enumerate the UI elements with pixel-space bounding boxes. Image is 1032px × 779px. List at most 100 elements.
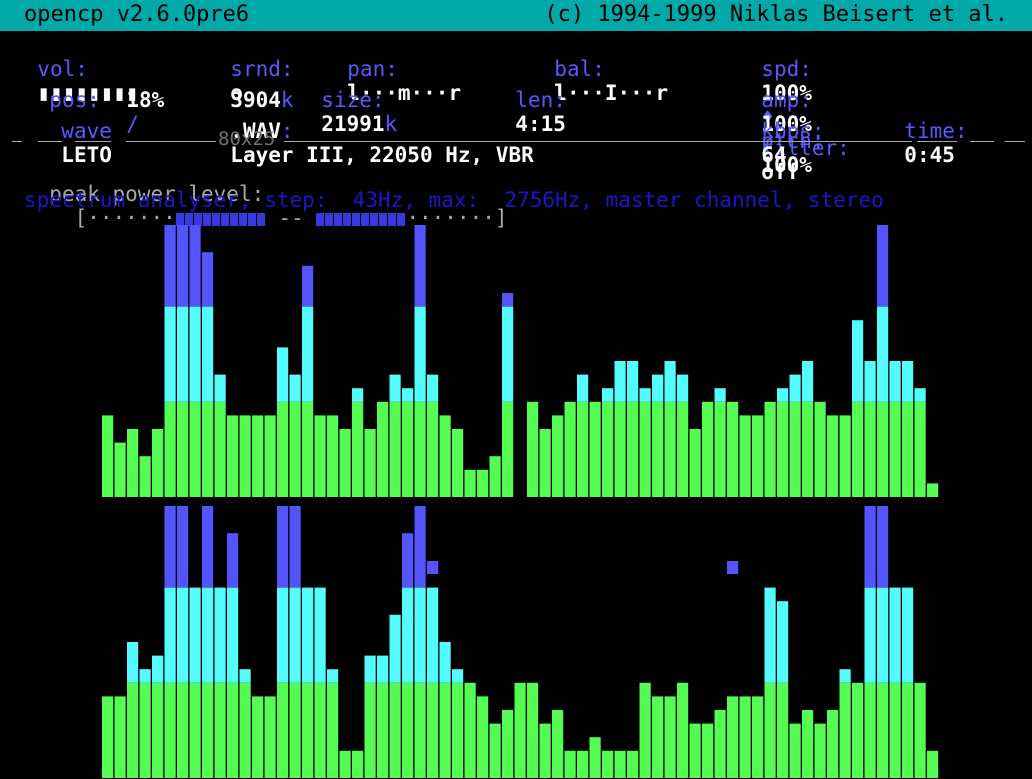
spectrum-bottom-bar-3-mid xyxy=(139,669,151,683)
spectrum-top-bar-38-mid xyxy=(577,374,589,402)
spectrum-top-bar-43-mid xyxy=(639,388,651,402)
spectrum-bottom-bar-61-low xyxy=(864,682,876,778)
spectrum-bottom-bar-26-mid xyxy=(427,587,439,683)
spectrum-top-bar-36-low xyxy=(552,415,564,497)
spectrum-bottom-bar-62-mid xyxy=(877,587,889,683)
spectrum-bottom-bar-6-high xyxy=(177,506,189,588)
spectrum-top-bar-25-high xyxy=(414,225,426,307)
spectrum-bottom-bar-11-mid xyxy=(239,669,251,683)
spectrum-top-bar-56-low xyxy=(802,401,814,497)
spectrum-top-bar-18-low xyxy=(327,415,339,497)
spectrum-bottom-bar-56-low xyxy=(802,710,814,778)
spectrum-top-bar-32-mid xyxy=(502,306,514,402)
spectrum-bottom-bar-15-mid xyxy=(289,587,301,683)
spectrum-top-bar-7-high xyxy=(189,225,201,307)
spectrum-bottom-bar-0-low xyxy=(102,696,114,778)
spectrum-bottom-bar-62-low xyxy=(877,682,889,778)
spectrum-bottom-bar-25-mid xyxy=(414,587,426,683)
spectrum-top-bar-24-low xyxy=(402,401,414,497)
spectrum-top-bar-63-low xyxy=(889,401,901,497)
spectrum-top-bar-47-low xyxy=(689,429,701,497)
spectrum-bottom-bar-37-low xyxy=(564,750,576,778)
spectrum-bottom-bar-58-low xyxy=(827,710,839,778)
spectrum-bottom-bar-8-high xyxy=(202,506,214,588)
spectrum-top-bar-46-low xyxy=(677,401,689,497)
spectrum-top-bar-65-mid xyxy=(914,388,926,402)
spectrum-bottom-bar-59-mid xyxy=(839,669,851,683)
spectrum-top-bar-7-mid xyxy=(189,306,201,402)
spectrum-bottom-bar-52-low xyxy=(752,696,764,778)
spectrum-bottom-bar-12-low xyxy=(252,696,264,778)
spectrum-bottom-bar-6-mid xyxy=(177,587,189,683)
spectrum-top-bar-25-low xyxy=(414,401,426,497)
spectrum-top-bar-38-low xyxy=(577,401,589,497)
spectrum-top-bar-32-high xyxy=(502,293,514,307)
spectrum-bottom-bar-24-high xyxy=(402,533,414,588)
spectrum-top-bar-46-mid xyxy=(677,374,689,402)
spectrum-bottom-bar-34-low xyxy=(527,682,539,778)
spectrum-top-bar-26-low xyxy=(427,401,439,497)
spectrum-top-bar-41-mid xyxy=(614,361,626,402)
spectrum-bottom-bar-51-low xyxy=(739,696,751,778)
spectrum-bottom-bar-29-low xyxy=(464,682,476,778)
spectrum-bottom-bar-42-low xyxy=(627,750,639,778)
spectrum-top-bar-16-mid xyxy=(302,306,314,402)
spectrum-bottom-bar-32-low xyxy=(502,710,514,778)
spectrum-bottom-bar-9-low xyxy=(214,682,226,778)
spectrum-top-bar-1-low xyxy=(114,442,126,497)
spectrum-top-bar-50-low xyxy=(727,401,739,497)
spectrum-top-bar-55-mid xyxy=(789,374,801,402)
spectrum-top-bar-57-low xyxy=(814,401,826,497)
spectrum-top-bar-32-low xyxy=(502,401,514,497)
spectrum-top-bar-62-high xyxy=(877,225,889,307)
spectrum-bottom-bar-44-low xyxy=(652,696,664,778)
spectrum-bottom-bar-64-mid xyxy=(902,587,914,683)
spectrum-top-bar-53-low xyxy=(764,401,776,497)
spectrum-top-bar-63-mid xyxy=(889,361,901,402)
spectrum-top-bar-14-mid xyxy=(277,347,289,402)
spectrum-top-bar-42-low xyxy=(627,401,639,497)
spectrum-bottom-bar-5-low xyxy=(164,682,176,778)
spectrum-bottom-bar-11-low xyxy=(239,682,251,778)
spectrum-bottom-bar-5-high xyxy=(164,506,176,588)
spectrum-bottom-bar-49-low xyxy=(714,710,726,778)
spectrum-bottom-bar-53-low xyxy=(764,682,776,778)
spectrum-bottom-bar-43-low xyxy=(639,682,651,778)
spectrum-top-bar-56-mid xyxy=(802,361,814,402)
spectrum-top-bar-8-mid xyxy=(202,306,214,402)
spectrum-bottom-bar-4-low xyxy=(152,682,164,778)
spectrum-top-bar-23-low xyxy=(389,401,401,497)
spectrum-top-bar-8-low xyxy=(202,401,214,497)
spectrum-bottom-bar-23-low xyxy=(389,682,401,778)
spectrum-top-bar-8-high xyxy=(202,252,214,307)
spectrum-bottom-bar-13-low xyxy=(264,696,276,778)
spectrum-top-channel xyxy=(102,225,939,497)
spectrum-top-bar-2-low xyxy=(127,429,139,497)
spectrum-analyser xyxy=(102,225,939,778)
spectrum-top-bar-49-low xyxy=(714,401,726,497)
spectrum-top-bar-5-low xyxy=(164,401,176,497)
spectrum-bottom-bar-19-low xyxy=(339,750,351,778)
spectrum-bottom-bar-2-mid xyxy=(127,642,139,683)
spectrum-top-bar-17-low xyxy=(314,415,326,497)
spectrum-top-bar-54-mid xyxy=(777,388,789,402)
spectrum-bottom-bar-36-low xyxy=(552,710,564,778)
spectrum-top-bar-42-mid xyxy=(627,361,639,402)
spectrum-top-bar-20-mid xyxy=(352,388,364,402)
spectrum-top-bar-20-low xyxy=(352,401,364,497)
spectrum-bottom-bar-27-mid xyxy=(439,642,451,683)
spectrum-top-bar-40-mid xyxy=(602,388,614,402)
spectrum-top-bar-4-low xyxy=(152,429,164,497)
spectrum-top-bar-6-mid xyxy=(177,306,189,402)
spectrum-bottom-bar-31-low xyxy=(489,723,501,778)
spectrum-bottom-bar-28-mid xyxy=(452,669,464,683)
spectrum-bottom-peak-50 xyxy=(727,561,739,574)
spectrum-bottom-peak-26 xyxy=(427,561,439,574)
spectrum-bottom-bar-10-low xyxy=(227,682,239,778)
spectrum-top-bar-15-mid xyxy=(289,374,301,402)
spectrum-top-bar-30-low xyxy=(477,469,489,497)
spectrum-bottom-bar-26-low xyxy=(427,682,439,778)
spectrum-top-bar-44-low xyxy=(652,401,664,497)
spectrum-top-bar-54-low xyxy=(777,401,789,497)
spectrum-bottom-bar-15-high xyxy=(289,506,301,588)
